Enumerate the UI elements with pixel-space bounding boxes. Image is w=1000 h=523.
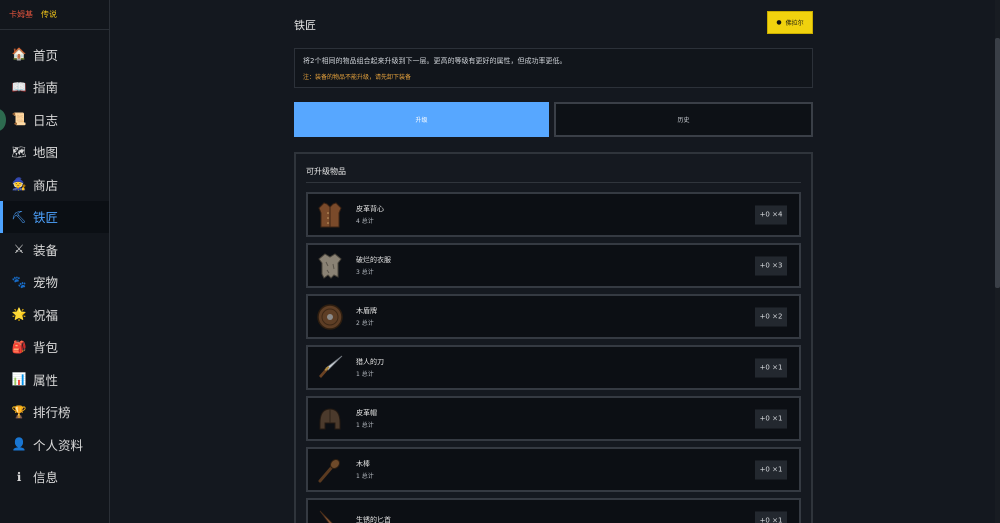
sidebar-item-label: 排行榜	[33, 405, 71, 421]
item-name: 皮革背心	[356, 205, 384, 213]
sidebar-item-label: 背包	[33, 340, 59, 356]
sidebar-item-info[interactable]: ℹ 信息	[0, 461, 109, 494]
sidebar-item-equipment[interactable]: ⚔ 装备	[0, 233, 109, 266]
sidebar-item-guide[interactable]: 📖 指南	[0, 71, 109, 104]
rusty-dagger-icon	[314, 505, 346, 523]
item-name: 木棒	[356, 460, 370, 468]
scrollbar-thumb[interactable]	[995, 38, 1000, 288]
wooden-shield-icon	[314, 301, 346, 333]
map-icon: 🗺	[11, 144, 27, 159]
sidebar-nav: 🏠 首页 📖 指南 📜 日志 🗺 地图 🧙 商店 ⛏ 铁匠 ⚔ 装备 🐾 宠物 🌟 祝福 🎒 背包 …	[0, 30, 109, 493]
sidebar-item-label: 铁匠	[33, 210, 59, 226]
item-name: 皮革帽	[356, 409, 377, 417]
level-badge: +0 ×3	[755, 256, 787, 275]
sidebar-item-label: 商店	[33, 177, 59, 193]
list-item[interactable]: 木盾牌 2 总计 +0 ×2	[306, 294, 801, 339]
panel-title: 可升级物品	[306, 167, 346, 176]
info-notice: 将2个相同的物品组合起来升级到下一层。更高的等级有更好的属性，但成功率更低。 注…	[294, 48, 813, 88]
level-badge: +0 ×1	[755, 358, 787, 377]
item-name: 破烂的衣服	[356, 256, 391, 264]
currency-button[interactable]: ● 佛拉尔	[767, 11, 813, 34]
brand-tag: 传说	[41, 10, 57, 19]
wooden-club-icon	[314, 454, 346, 486]
item-count: 3 总计	[356, 269, 374, 276]
info-icon: ℹ	[16, 469, 22, 484]
sidebar-item-pets[interactable]: 🐾 宠物	[0, 266, 109, 299]
sidebar-item-label: 装备	[33, 242, 59, 258]
list-item[interactable]: 猎人的刀 1 总计 +0 ×1	[306, 345, 801, 390]
sidebar-item-label: 祝福	[33, 307, 59, 323]
sidebar-item-home[interactable]: 🏠 首页	[0, 38, 109, 71]
sidebar-item-blacksmith[interactable]: ⛏ 铁匠	[0, 200, 109, 233]
merchant-icon: 🧙	[11, 177, 27, 192]
upgradeable-items-panel: 可升级物品 皮革背心 4 总计 +0 ×4 破烂的衣服 3 总计 +0 ×3 木…	[294, 152, 813, 523]
item-count: 1 总计	[356, 371, 374, 378]
sidebar-item-label: 个人资料	[33, 437, 84, 453]
sidebar-item-log[interactable]: 📜 日志	[0, 103, 109, 136]
trophy-icon: 🏆	[11, 404, 27, 419]
sidebar-item-label: 属性	[33, 372, 59, 388]
list-item[interactable]: 生锈的匕首 +0 ×1	[306, 498, 801, 523]
scroll-icon: 📜	[11, 112, 27, 127]
leather-cap-icon	[314, 403, 346, 435]
main-content: 铁匠 ● 佛拉尔 将2个相同的物品组合起来升级到下一层。更高的等级有更好的属性，…	[110, 0, 995, 523]
item-name: 猎人的刀	[356, 358, 384, 366]
paw-icon: 🐾	[11, 274, 27, 289]
user-icon: 👤	[11, 437, 27, 452]
tab-bar: 升级 历史	[294, 102, 813, 137]
sidebar-item-backpack[interactable]: 🎒 背包	[0, 331, 109, 364]
sidebar-item-stats[interactable]: 📊 属性	[0, 363, 109, 396]
vest-icon	[314, 199, 346, 231]
level-badge: +0 ×1	[755, 511, 787, 523]
divider	[306, 182, 801, 183]
item-count: 2 总计	[356, 320, 374, 327]
sidebar-item-profile[interactable]: 👤 个人资料	[0, 428, 109, 461]
sidebar-item-label: 宠物	[33, 275, 59, 291]
level-badge: +0 ×4	[755, 205, 787, 224]
sidebar: 卡姆基 传说 🏠 首页 📖 指南 📜 日志 🗺 地图 🧙 商店 ⛏ 铁匠 ⚔ 装备 🐾 宠物 🌟…	[0, 0, 110, 523]
list-item[interactable]: 破烂的衣服 3 总计 +0 ×3	[306, 243, 801, 288]
sidebar-item-label: 日志	[33, 112, 59, 128]
list-item[interactable]: 皮革背心 4 总计 +0 ×4	[306, 192, 801, 237]
crossed-swords-icon: ⚔	[13, 242, 25, 257]
level-badge: +0 ×1	[755, 460, 787, 479]
backpack-icon: 🎒	[11, 339, 27, 354]
brand-name: 卡姆基	[9, 10, 33, 19]
list-item[interactable]: 皮革帽 1 总计 +0 ×1	[306, 396, 801, 441]
star-icon: 🌟	[11, 307, 27, 322]
item-count: 1 总计	[356, 473, 374, 480]
book-icon: 📖	[11, 79, 27, 94]
pickaxe-icon: ⛏	[11, 209, 27, 224]
sidebar-item-map[interactable]: 🗺 地图	[0, 136, 109, 169]
tab-history[interactable]: 历史	[554, 102, 813, 137]
ragged-clothes-icon	[314, 250, 346, 282]
level-badge: +0 ×1	[755, 409, 787, 428]
notice-warning: 注：装备的物品不能升级，请先卸下装备	[303, 74, 412, 81]
list-item[interactable]: 木棒 1 总计 +0 ×1	[306, 447, 801, 492]
sidebar-item-blessing[interactable]: 🌟 祝福	[0, 298, 109, 331]
notice-text: 将2个相同的物品组合起来升级到下一层。更高的等级有更好的属性，但成功率更低。	[303, 57, 567, 65]
hunter-knife-icon	[314, 352, 346, 384]
sidebar-item-leaderboard[interactable]: 🏆 排行榜	[0, 396, 109, 429]
page-title: 铁匠	[294, 19, 316, 32]
sidebar-item-label: 首页	[33, 47, 59, 63]
home-icon: 🏠	[11, 47, 27, 62]
item-count: 4 总计	[356, 218, 374, 225]
bar-chart-icon: 📊	[11, 372, 27, 387]
coin-icon: ●	[776, 19, 782, 26]
item-name: 木盾牌	[356, 307, 377, 315]
currency-label: 佛拉尔	[785, 20, 804, 27]
sidebar-item-label: 地图	[33, 145, 59, 161]
level-badge: +0 ×2	[755, 307, 787, 326]
sidebar-item-shop[interactable]: 🧙 商店	[0, 168, 109, 201]
tab-upgrade[interactable]: 升级	[294, 102, 549, 137]
sidebar-item-label: 指南	[33, 80, 59, 96]
sidebar-item-label: 信息	[33, 470, 59, 486]
item-count: 1 总计	[356, 422, 374, 429]
brand[interactable]: 卡姆基 传说	[0, 0, 109, 30]
item-name: 生锈的匕首	[356, 515, 391, 523]
